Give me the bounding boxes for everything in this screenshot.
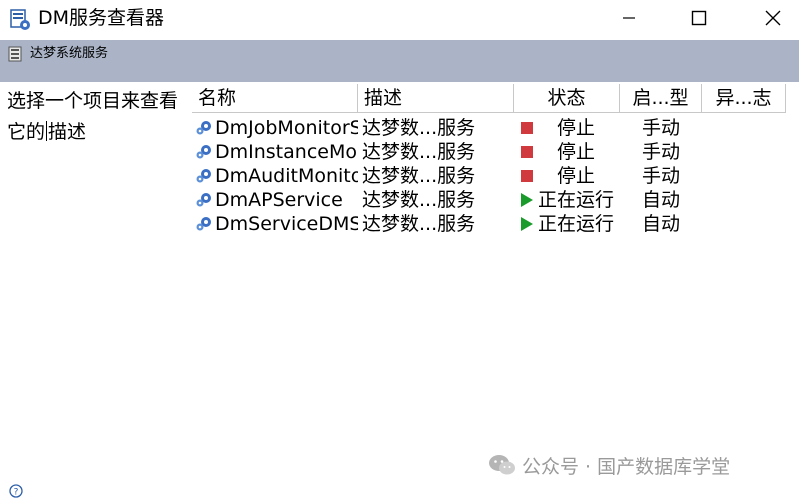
- service-gear-icon: [196, 169, 211, 183]
- service-description: 达梦数...服务: [362, 213, 476, 235]
- column-header-name[interactable]: 名称: [192, 84, 358, 113]
- service-status: 正在运行: [538, 213, 615, 235]
- column-header-error-log[interactable]: 异...志: [702, 84, 786, 113]
- service-name: DmServiceDMSERVER: [215, 213, 358, 235]
- service-description: 达梦数...服务: [362, 165, 476, 187]
- maximize-icon: [691, 10, 707, 26]
- description-line-1: 选择一个项目来查看: [7, 90, 179, 112]
- stopped-icon: [521, 170, 533, 182]
- service-gear-icon: [196, 121, 211, 135]
- service-gear-icon: [196, 193, 211, 207]
- watermark: 公众号 · 国产数据库学堂: [488, 451, 730, 479]
- app-icon: [10, 9, 30, 30]
- title-bar[interactable]: DM服务查看器: [0, 0, 799, 40]
- wechat-icon: [489, 455, 515, 475]
- text-caret: [46, 121, 48, 141]
- description-line-2: 它的 描述: [7, 117, 187, 148]
- description-line-2b: 描述: [48, 121, 87, 143]
- list-item[interactable]: DmAPService 达梦数...服务 正在运行 自动: [192, 188, 786, 212]
- service-status: 正在运行: [538, 189, 615, 211]
- service-startup-type: 自动: [642, 213, 681, 235]
- list-item[interactable]: DmServiceDMSERVER 达梦数...服务 正在运行 自动: [192, 212, 786, 236]
- running-icon: [521, 193, 533, 207]
- close-button[interactable]: [750, 0, 796, 36]
- services-group-label: 达梦系统服务: [30, 46, 109, 61]
- service-description: 达梦数...服务: [362, 189, 476, 211]
- column-header-status[interactable]: 状态: [514, 84, 620, 113]
- running-icon: [521, 217, 533, 231]
- service-gear-icon: [196, 217, 211, 231]
- description-panel: 选择一个项目来查看 它的 描述: [7, 86, 187, 148]
- window-title: DM服务查看器: [38, 7, 165, 29]
- service-startup-type: 自动: [642, 189, 681, 211]
- service-description: 达梦数...服务: [362, 141, 476, 163]
- service-status: 停止: [557, 141, 596, 163]
- stopped-icon: [521, 122, 533, 134]
- minimize-icon: [623, 17, 635, 19]
- list-item[interactable]: DmJobMonitorService 达梦数...服务 停止 手动: [192, 116, 786, 140]
- service-name: DmInstanceMonitorService: [215, 141, 358, 163]
- column-header-startup-type[interactable]: 启...型: [620, 84, 702, 113]
- service-startup-type: 手动: [642, 117, 681, 139]
- services-header-band: 达梦系统服务: [0, 40, 799, 82]
- minimize-button[interactable]: [606, 0, 652, 36]
- service-status: 停止: [557, 165, 596, 187]
- service-gear-icon: [196, 145, 211, 159]
- svg-text:?: ?: [14, 488, 19, 498]
- watermark-text: 公众号 · 国产数据库学堂: [522, 455, 731, 478]
- service-name: DmAuditMonitorService: [215, 165, 358, 187]
- column-header-description[interactable]: 描述: [358, 84, 514, 113]
- stopped-icon: [521, 146, 533, 158]
- description-line-2a: 它的: [7, 121, 46, 143]
- service-description: 达梦数...服务: [362, 117, 476, 139]
- list-item[interactable]: DmInstanceMonitorService 达梦数...服务 停止 手动: [192, 140, 786, 164]
- service-startup-type: 手动: [642, 141, 681, 163]
- maximize-button[interactable]: [676, 0, 722, 36]
- close-icon: [765, 10, 781, 26]
- server-icon: [8, 46, 22, 62]
- service-startup-type: 手动: [642, 165, 681, 187]
- service-status: 停止: [557, 117, 596, 139]
- list-item[interactable]: DmAuditMonitorService 达梦数...服务 停止 手动: [192, 164, 786, 188]
- service-name: DmJobMonitorService: [215, 117, 358, 139]
- service-name: DmAPService: [215, 189, 343, 211]
